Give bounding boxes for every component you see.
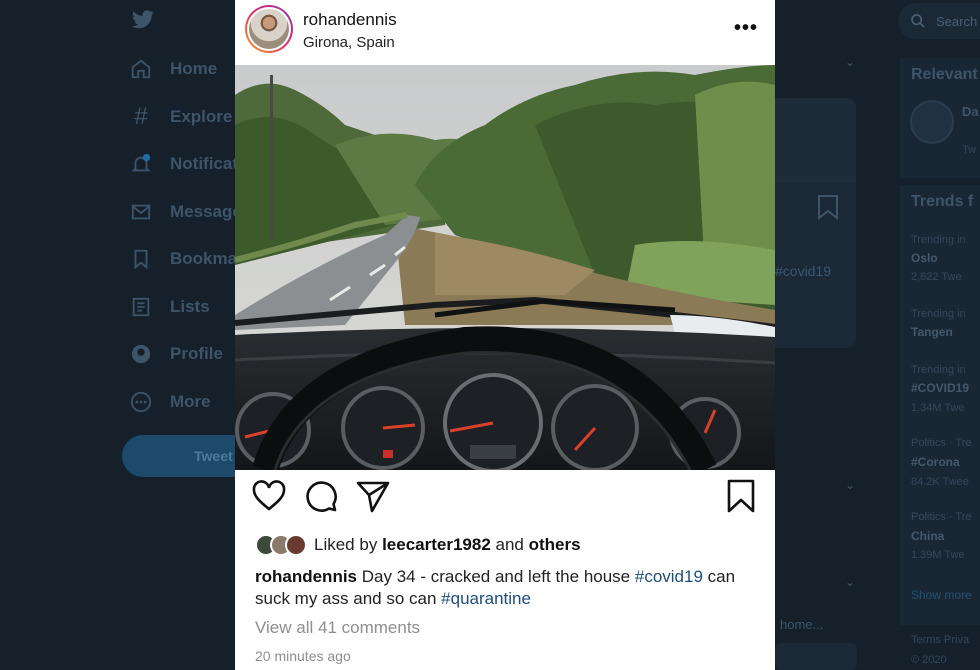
caption-username[interactable]: rohandennis <box>255 567 357 586</box>
trend-name[interactable]: #COVID19 <box>911 381 969 395</box>
background-card-hashtag: #covid19 <box>775 263 832 279</box>
nav-profile[interactable]: Profile <box>130 343 223 365</box>
trend-context: Trending in <box>911 308 966 320</box>
post-caption: rohandennis Day 34 - cracked and left th… <box>255 566 765 610</box>
trend-name[interactable]: Tangen <box>911 325 953 339</box>
list-icon <box>130 296 152 318</box>
avatar[interactable] <box>285 534 307 556</box>
search-placeholder: Search <box>936 13 978 29</box>
avatar[interactable] <box>245 5 293 53</box>
caption-text: Day 34 - cracked and left the house <box>361 567 631 586</box>
instagram-post-embed: rohandennis Girona, Spain ••• Liked by l… <box>235 0 775 670</box>
trend-count: 1.34M Twe <box>911 402 965 414</box>
liked-others[interactable]: others <box>529 535 581 554</box>
trend-context: Politics · Tre <box>911 437 972 449</box>
view-comments-link[interactable]: View all 41 comments <box>255 618 420 638</box>
hashtag-icon: # <box>134 103 148 130</box>
nav-messages[interactable]: Messages <box>130 201 251 223</box>
nav-explore-label: Explore <box>170 107 233 126</box>
trend-name[interactable]: Oslo <box>911 251 938 265</box>
post-location[interactable]: Girona, Spain <box>303 34 395 51</box>
trend-name[interactable]: #Corona <box>911 455 960 469</box>
hashtag-link[interactable]: #covid19 <box>635 567 703 586</box>
show-more-link[interactable]: Show more <box>911 588 972 602</box>
trend-context: Trending in <box>911 364 966 376</box>
more-circle-icon <box>130 391 152 413</box>
bell-icon <box>130 153 152 175</box>
home-icon <box>130 58 152 80</box>
liked-and: and <box>495 535 524 554</box>
bookmark-icon <box>130 248 152 270</box>
more-options-icon[interactable]: ••• <box>733 18 759 42</box>
nav-lists[interactable]: Lists <box>130 296 210 318</box>
trend-count: 2,622 Twe <box>911 271 962 283</box>
avatar[interactable] <box>910 100 954 144</box>
post-header: rohandennis Girona, Spain ••• <box>235 0 775 65</box>
relevant-title: Relevant <box>911 66 978 83</box>
copyright: © 2020 <box>911 654 947 666</box>
twitter-bird-icon[interactable] <box>130 8 156 32</box>
avatar-photo <box>249 9 289 49</box>
trends-title: Trends f <box>911 193 974 210</box>
trend-count: 1.39M Twe <box>911 549 965 561</box>
liked-prefix: Liked by <box>314 535 378 554</box>
mail-icon <box>130 201 152 223</box>
trend-name[interactable]: China <box>911 529 944 543</box>
share-icon[interactable] <box>355 478 391 514</box>
relevant-sub: Tw <box>962 144 977 156</box>
nav-home-label: Home <box>170 59 218 78</box>
liked-user[interactable]: leecarter1982 <box>382 535 491 554</box>
chevron-down-icon: ⌄ <box>845 478 856 492</box>
post-photo <box>235 65 775 470</box>
liked-by-text: Liked by leecarter1982 and others <box>314 535 581 555</box>
trend-context: Politics · Tre <box>911 511 972 523</box>
hashtag-link[interactable]: #quarantine <box>441 589 531 608</box>
trend-count: 84.2K Twee <box>911 476 969 488</box>
relevant-name[interactable]: Da <box>962 104 979 119</box>
search-icon <box>911 14 925 28</box>
nav-home[interactable]: Home <box>130 58 217 80</box>
comment-icon[interactable] <box>303 478 339 514</box>
post-timestamp: 20 minutes ago <box>255 648 351 664</box>
trend-context: Trending in <box>911 234 966 246</box>
background-bottom-bar <box>775 643 857 670</box>
profile-icon <box>130 343 152 365</box>
nav-profile-label: Profile <box>170 344 223 363</box>
background-home-link: home... <box>780 617 824 632</box>
heart-icon[interactable] <box>251 478 287 514</box>
chevron-down-icon: ⌄ <box>845 55 856 69</box>
footer-links[interactable]: Terms Priva <box>911 634 969 646</box>
post-actions <box>235 478 775 524</box>
bookmark-icon[interactable] <box>723 478 759 514</box>
search-bar[interactable]: Search <box>898 3 980 39</box>
nav-lists-label: Lists <box>170 297 210 316</box>
likes-summary: Liked by leecarter1982 and others <box>255 532 581 558</box>
chevron-down-icon: ⌄ <box>845 575 856 589</box>
bookmark-icon <box>818 195 838 220</box>
nav-more-label: More <box>170 392 211 411</box>
nav-explore[interactable]: # Explore <box>130 103 233 130</box>
post-username[interactable]: rohandennis <box>303 10 397 30</box>
nav-more[interactable]: More <box>130 391 211 413</box>
